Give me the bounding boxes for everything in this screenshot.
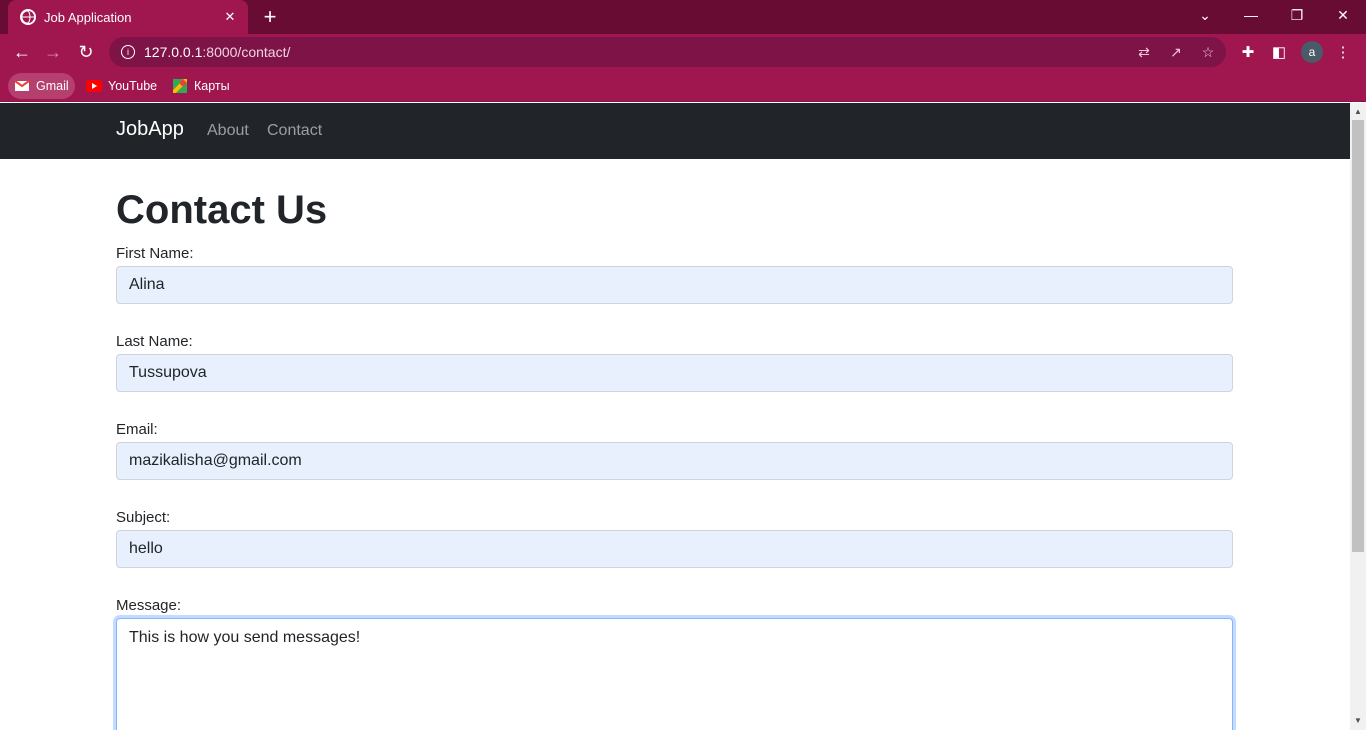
nav-link-about[interactable]: About — [207, 122, 249, 140]
translate-icon[interactable]: ⇄ — [1136, 44, 1152, 60]
maps-icon — [172, 78, 188, 94]
browser-tab-strip: Job Application ✕ + ⌄ — ❐ ✕ — [0, 0, 1366, 34]
restore-icon[interactable]: ❐ — [1274, 0, 1320, 30]
tab-title: Job Application — [44, 9, 132, 25]
first-name-label: First Name: — [116, 245, 194, 262]
tab-search-chevron-icon[interactable]: ⌄ — [1182, 0, 1228, 30]
last-name-label: Last Name: — [116, 333, 193, 350]
tab-close-icon[interactable]: ✕ — [222, 9, 238, 25]
email-group: Email: mazikalisha@gmail.com — [116, 420, 1234, 480]
bookmark-star-icon[interactable]: ☆ — [1200, 44, 1216, 60]
globe-icon — [20, 9, 36, 25]
menu-kebab-icon[interactable]: ⋮ — [1334, 43, 1352, 61]
side-panel-icon[interactable]: ◧ — [1270, 43, 1288, 61]
site-info-icon[interactable]: i — [121, 45, 135, 59]
message-label: Message: — [116, 597, 182, 614]
subject-label: Subject: — [116, 509, 171, 526]
scroll-down-arrow-icon[interactable]: ▼ — [1350, 712, 1366, 728]
back-arrow-icon[interactable]: ← — [8, 38, 36, 66]
bookmark-maps[interactable]: Карты — [166, 73, 236, 99]
contact-form-container: Contact Us First Name: Alina Last Name: … — [116, 159, 1234, 730]
message-group: Message: This is how you send messages! — [116, 596, 1234, 730]
page-viewport: JobApp About Contact Contact Us First Na… — [0, 103, 1350, 730]
email-label: Email: — [116, 421, 158, 438]
navbar-brand[interactable]: JobApp — [116, 118, 184, 141]
bookmarks-bar: Gmail YouTube Карты — [0, 70, 1366, 102]
page-title: Contact Us — [116, 188, 328, 232]
browser-tab[interactable]: Job Application ✕ — [8, 0, 248, 34]
subject-group: Subject: hello — [116, 508, 1234, 568]
bookmark-youtube[interactable]: YouTube — [80, 73, 163, 99]
browser-toolbar: ← → ↻ i 127.0.0.1:8000/contact/ ⇄ ↗ ☆ ✚ … — [0, 34, 1366, 70]
last-name-input[interactable]: Tussupova — [116, 354, 1233, 392]
site-navbar: JobApp About Contact — [0, 103, 1350, 159]
last-name-group: Last Name: Tussupova — [116, 332, 1234, 392]
subject-input[interactable]: hello — [116, 530, 1233, 568]
scrollbar-thumb[interactable] — [1352, 120, 1364, 552]
bookmark-gmail[interactable]: Gmail — [8, 73, 75, 99]
close-window-icon[interactable]: ✕ — [1320, 0, 1366, 30]
extensions-puzzle-icon[interactable]: ✚ — [1239, 43, 1257, 61]
message-textarea[interactable]: This is how you send messages! — [116, 618, 1233, 730]
email-input[interactable]: mazikalisha@gmail.com — [116, 442, 1233, 480]
scroll-up-arrow-icon[interactable]: ▲ — [1350, 103, 1366, 119]
first-name-input[interactable]: Alina — [116, 266, 1233, 304]
url-text: 127.0.0.1:8000/contact/ — [144, 44, 291, 60]
nav-link-contact[interactable]: Contact — [267, 122, 322, 140]
address-bar[interactable]: i 127.0.0.1:8000/contact/ ⇄ ↗ ☆ — [109, 37, 1226, 67]
minimize-icon[interactable]: — — [1228, 0, 1274, 30]
page-scrollbar[interactable]: ▲ ▼ — [1350, 103, 1366, 730]
youtube-icon — [86, 78, 102, 94]
share-icon[interactable]: ↗ — [1168, 44, 1184, 60]
profile-avatar[interactable]: a — [1301, 41, 1323, 63]
gmail-icon — [14, 78, 30, 94]
reload-icon[interactable]: ↻ — [72, 38, 100, 66]
first-name-group: First Name: Alina — [116, 244, 1234, 304]
new-tab-button[interactable]: + — [258, 5, 282, 29]
forward-arrow-icon[interactable]: → — [39, 38, 67, 66]
